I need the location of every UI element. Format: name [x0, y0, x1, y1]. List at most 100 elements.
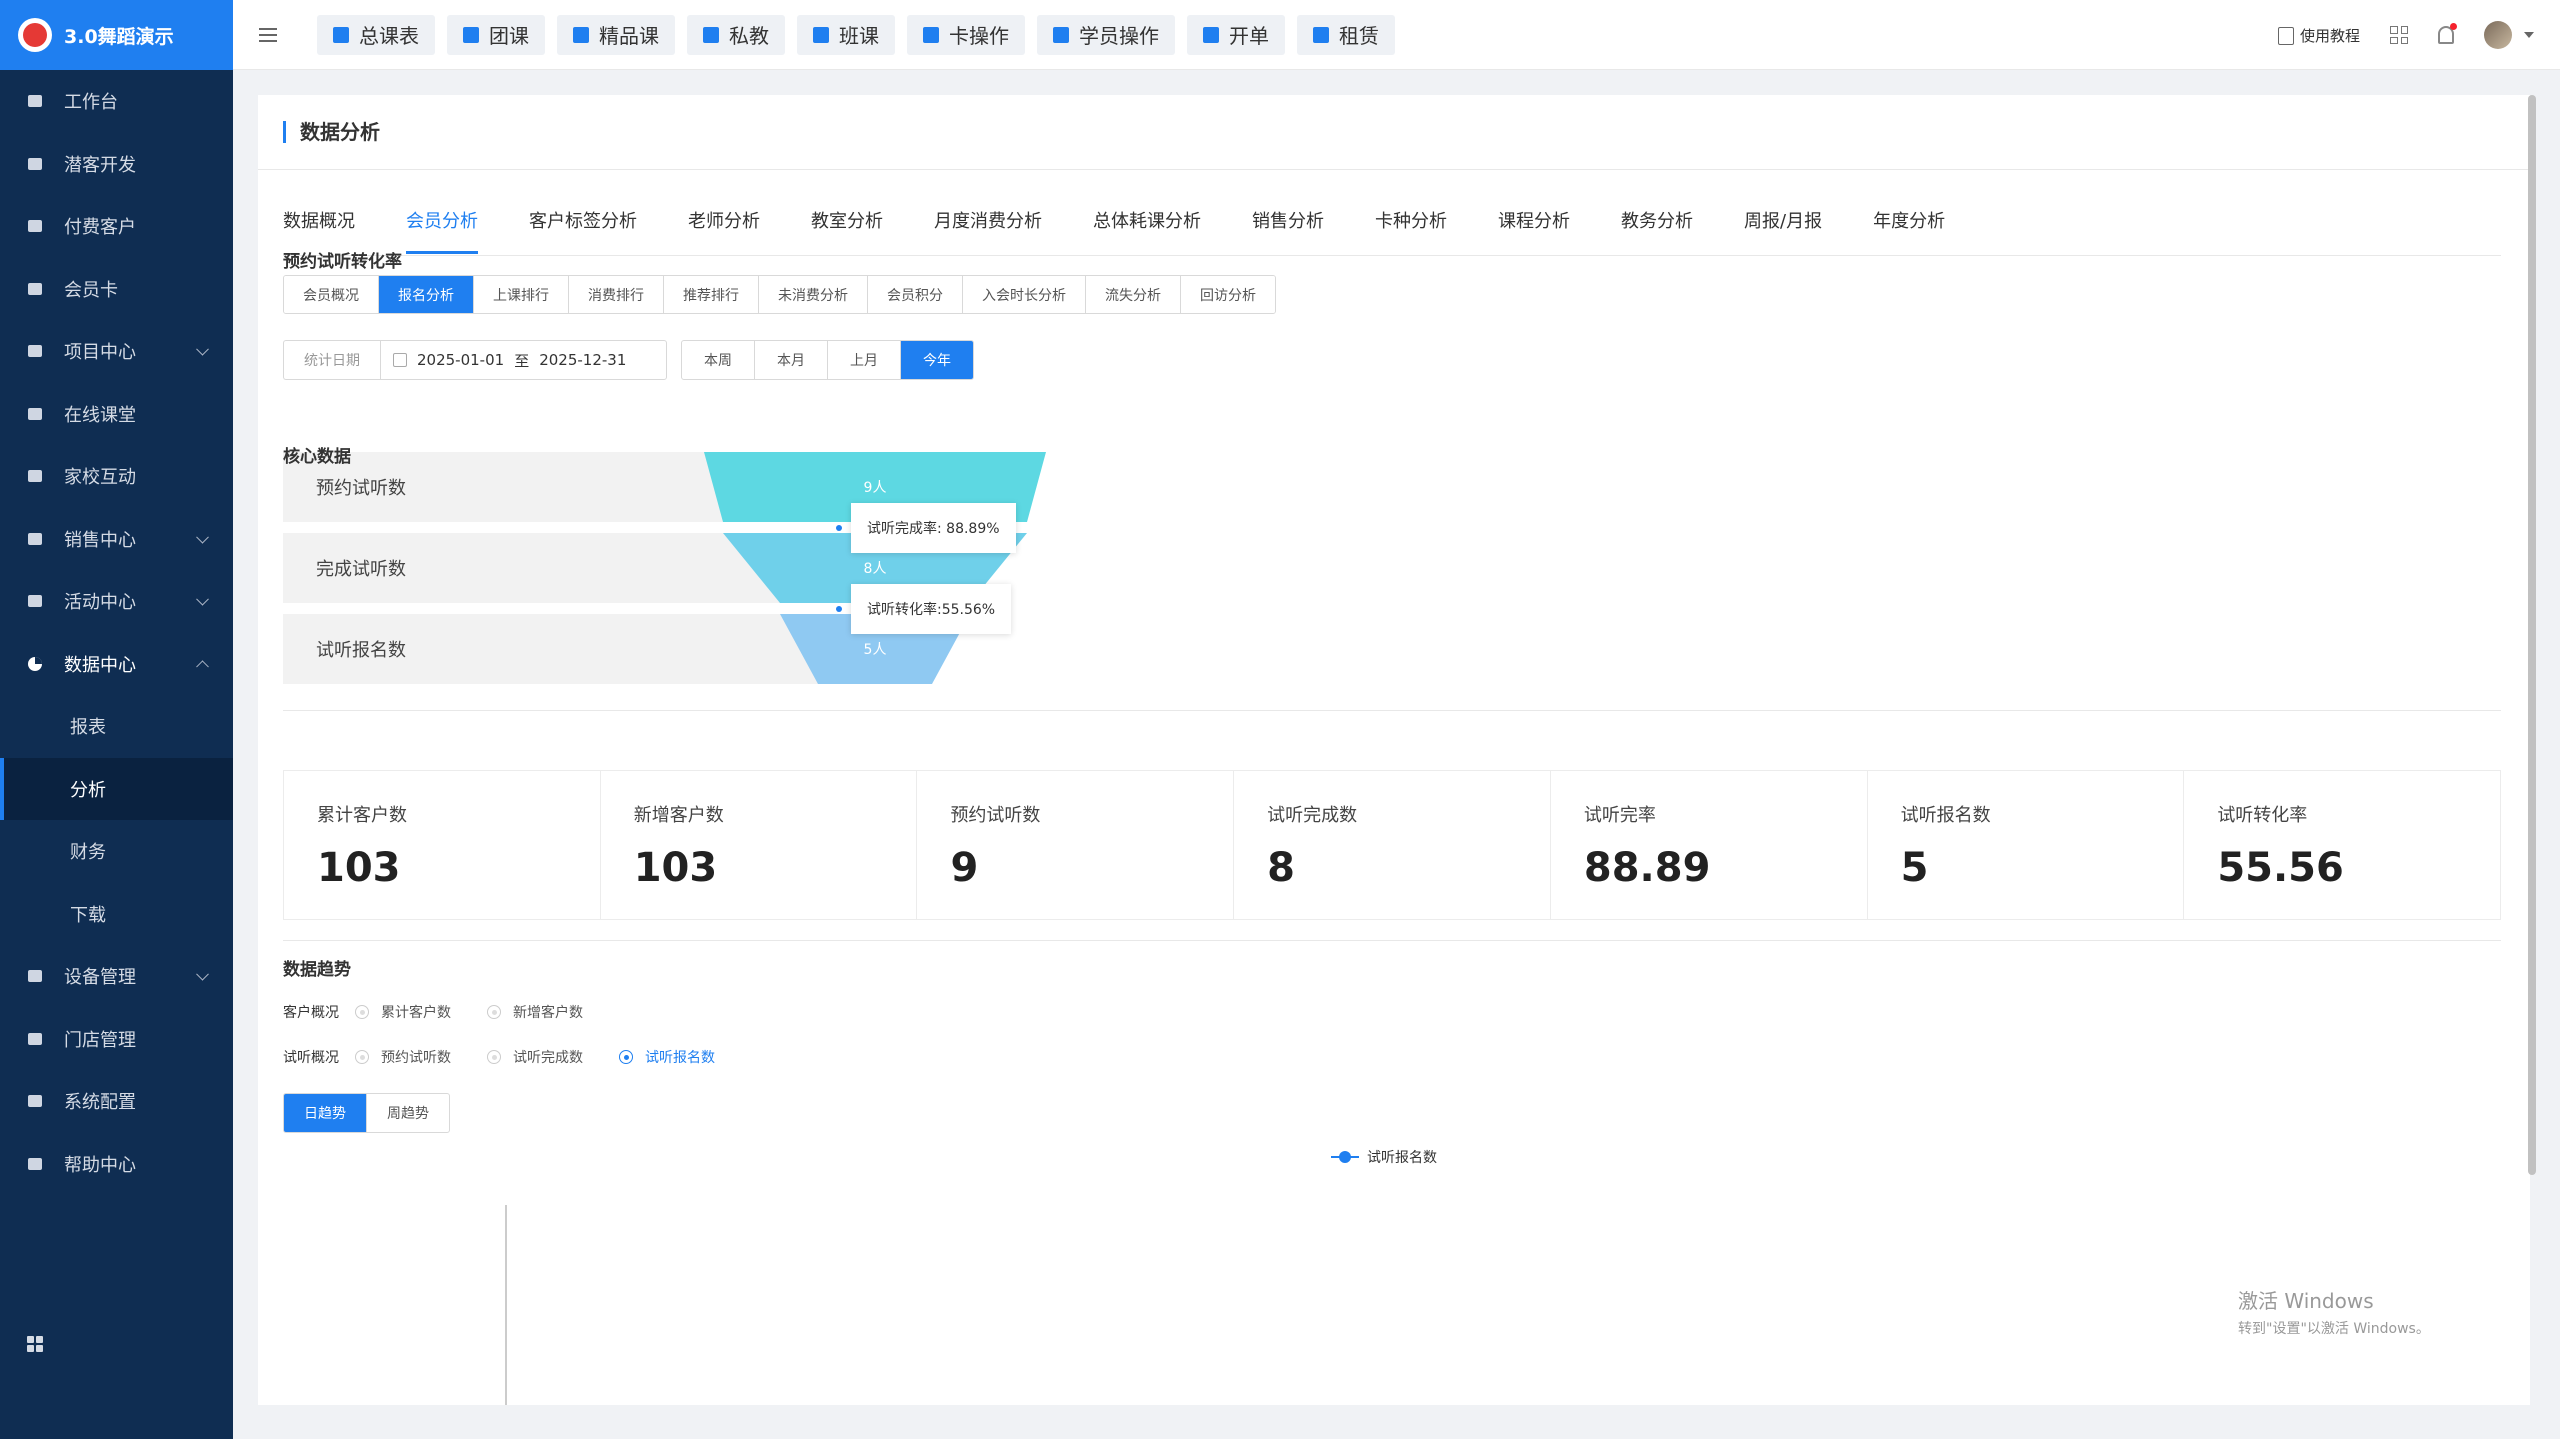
- analysis-tab[interactable]: 销售分析: [1252, 207, 1324, 252]
- subtab[interactable]: 推荐排行: [664, 276, 759, 313]
- subtab[interactable]: 会员积分: [868, 276, 963, 313]
- sidebar-item-label: 潜客开发: [64, 154, 136, 176]
- subtab[interactable]: 入会时长分析: [963, 276, 1086, 313]
- sidebar-item[interactable]: 帮助中心: [0, 1133, 233, 1196]
- qrcode-icon[interactable]: [2390, 26, 2408, 44]
- subtab[interactable]: 消费排行: [569, 276, 664, 313]
- analysis-tabs: 数据概况 会员分析 客户标签分析 老师分析 教室分析 月度消费分析 总体耗课分析 销售分析 卡种…: [283, 207, 1996, 254]
- range-button[interactable]: 上月: [828, 341, 901, 379]
- subtab[interactable]: 报名分析: [379, 276, 474, 313]
- sidebar-item[interactable]: 潜客开发: [0, 133, 233, 196]
- radio-label: 试听报名数: [645, 1050, 715, 1066]
- quick-button[interactable]: 租赁: [1297, 14, 1395, 55]
- quick-button-label: 租赁: [1339, 24, 1379, 48]
- chevron-up-icon: [196, 660, 209, 673]
- analysis-tab[interactable]: 课程分析: [1498, 207, 1570, 252]
- sidebar-item[interactable]: 工作台: [0, 70, 233, 133]
- chevron-down-icon: [196, 343, 209, 356]
- sidebar-item-label: 活动中心: [64, 592, 136, 614]
- analysis-tab[interactable]: 总体耗课分析: [1093, 207, 1201, 252]
- analysis-tab[interactable]: 月度消费分析: [934, 207, 1042, 252]
- quick-button-label: 班课: [839, 24, 879, 48]
- windows-watermark: 激活 Windows 转到"设置"以激活 Windows。: [2238, 1285, 2430, 1338]
- quick-button-icon: [1053, 26, 1069, 43]
- avatar[interactable]: [2484, 21, 2512, 49]
- device-icon: [26, 967, 44, 985]
- bell-icon[interactable]: [2438, 23, 2457, 44]
- sidebar-item[interactable]: 销售中心: [0, 508, 233, 571]
- sidebar-item[interactable]: 付费客户: [0, 195, 233, 258]
- sidebar-item-label: 数据中心: [64, 654, 136, 676]
- range-button[interactable]: 本月: [755, 341, 828, 379]
- quick-button-icon: [463, 26, 479, 43]
- quick-button[interactable]: 私教: [687, 14, 785, 55]
- quick-button[interactable]: 团课: [447, 14, 545, 55]
- sidebar-subitem[interactable]: 分析: [0, 757, 233, 820]
- analysis-tab[interactable]: 客户标签分析: [529, 207, 637, 252]
- analysis-tab[interactable]: 年度分析: [1873, 207, 1945, 252]
- date-range-picker[interactable]: 2025-01-01 至 2025-12-31: [380, 340, 667, 380]
- sidebar-item[interactable]: 在线课堂: [0, 383, 233, 446]
- trend-view-buttons: 日趋势 周趋势: [283, 1093, 450, 1133]
- radio-option[interactable]: 新增客户数: [487, 1002, 583, 1022]
- sidebar-item[interactable]: 门店管理: [0, 1008, 233, 1071]
- scrollbar[interactable]: [2528, 95, 2536, 1175]
- range-button[interactable]: 今年: [901, 341, 973, 379]
- chart-axis: [505, 1205, 507, 1405]
- analysis-tab[interactable]: 数据概况: [283, 207, 355, 252]
- sidebar-item[interactable]: 项目中心: [0, 320, 233, 383]
- card-icon: [26, 280, 44, 298]
- quick-button[interactable]: 开单: [1187, 14, 1285, 55]
- analysis-tab[interactable]: 老师分析: [688, 207, 760, 252]
- help-icon: [26, 1155, 44, 1173]
- subtab[interactable]: 未消费分析: [759, 276, 868, 313]
- radio-option[interactable]: 试听报名数: [619, 1047, 715, 1067]
- sidebar-item-label: 在线课堂: [64, 404, 136, 426]
- sidebar-item[interactable]: 会员卡: [0, 258, 233, 321]
- sidebar-subitem[interactable]: 报表: [0, 695, 233, 758]
- subtab[interactable]: 上课排行: [474, 276, 569, 313]
- sidebar-item[interactable]: 活动中心: [0, 570, 233, 633]
- quick-button[interactable]: 卡操作: [907, 14, 1025, 55]
- menu-toggle-icon[interactable]: [259, 27, 277, 42]
- range-button[interactable]: 本周: [682, 341, 755, 379]
- analysis-tab[interactable]: 周报/月报: [1744, 207, 1822, 252]
- subtab[interactable]: 回访分析: [1181, 276, 1275, 313]
- trend-view-button[interactable]: 周趋势: [367, 1094, 449, 1132]
- caret-down-icon[interactable]: [2524, 32, 2534, 38]
- app-logo[interactable]: 3.0舞蹈演示: [0, 0, 233, 70]
- analysis-tab[interactable]: 卡种分析: [1375, 207, 1447, 252]
- analysis-tab[interactable]: 教室分析: [811, 207, 883, 252]
- chevron-down-icon: [196, 968, 209, 981]
- sidebar-subitem[interactable]: 财务: [0, 820, 233, 883]
- sidebar-item[interactable]: 数据中心: [0, 633, 233, 696]
- chart-legend[interactable]: 试听报名数: [1331, 1147, 1437, 1167]
- funnel-stage-label: 试听报名数: [316, 640, 406, 661]
- radio-option[interactable]: 试听完成数: [487, 1047, 583, 1067]
- quick-button[interactable]: 总课表: [317, 14, 435, 55]
- sidebar: 3.0舞蹈演示 工作台潜客开发付费客户 会员卡 项目中心在线课堂家校互动 销售中心活动…: [0, 0, 233, 1439]
- radio-option[interactable]: 预约试听数: [355, 1047, 451, 1067]
- tutorial-link[interactable]: 使用教程: [2277, 25, 2360, 46]
- sidebar-item-label: 工作台: [64, 92, 118, 114]
- apps-grid-icon[interactable]: [26, 1335, 44, 1357]
- quick-button-label: 卡操作: [949, 24, 1009, 48]
- trend-view-button[interactable]: 日趋势: [284, 1094, 367, 1132]
- analysis-tab[interactable]: 教务分析: [1621, 207, 1693, 252]
- sidebar-item[interactable]: 系统配置: [0, 1070, 233, 1133]
- stat-value: 88.89: [1583, 845, 1711, 891]
- radio-option[interactable]: 累计客户数: [355, 1002, 451, 1022]
- subtab[interactable]: 流失分析: [1086, 276, 1181, 313]
- stat-card: 新增客户数 103: [601, 771, 918, 919]
- stat-card: 试听转化率 55.56: [2184, 771, 2500, 919]
- sidebar-item[interactable]: 家校互动: [0, 445, 233, 508]
- analysis-tab[interactable]: 会员分析: [406, 207, 478, 254]
- sidebar-item-label: 帮助中心: [64, 1154, 136, 1176]
- sidebar-item-label: 门店管理: [64, 1029, 136, 1051]
- sidebar-subitem[interactable]: 下载: [0, 883, 233, 946]
- subtab[interactable]: 会员概况: [284, 276, 379, 313]
- quick-button[interactable]: 学员操作: [1037, 14, 1175, 55]
- sidebar-item[interactable]: 设备管理: [0, 945, 233, 1008]
- quick-button[interactable]: 精品课: [557, 14, 675, 55]
- quick-button[interactable]: 班课: [797, 14, 895, 55]
